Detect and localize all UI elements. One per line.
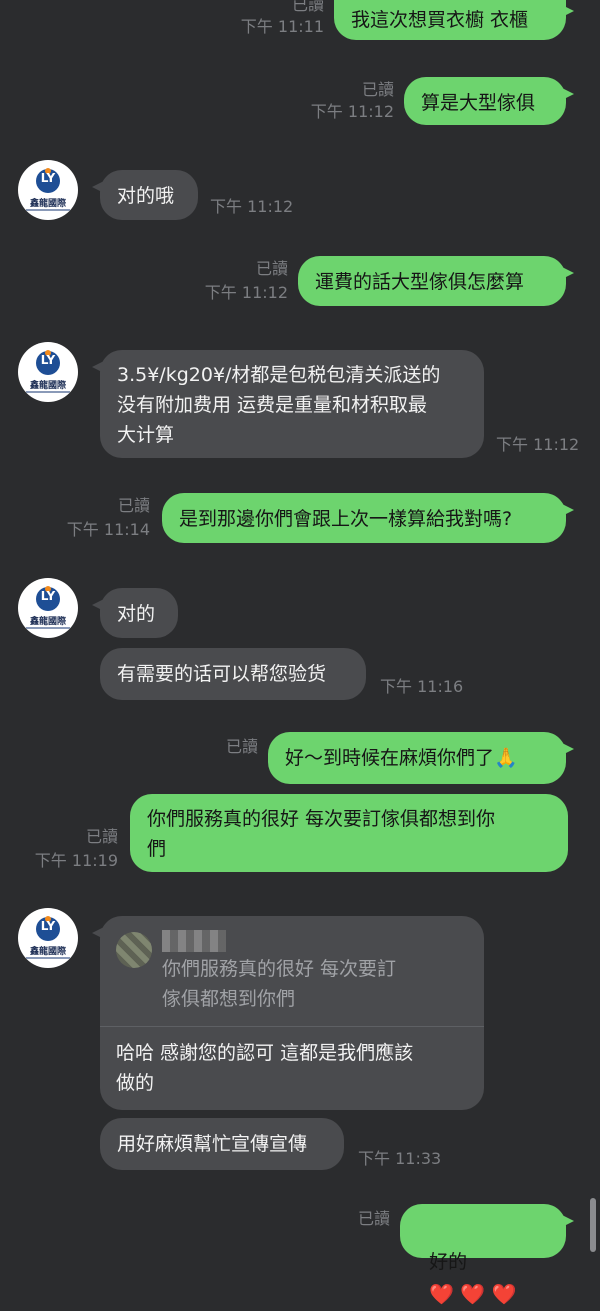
contact-avatar[interactable]: LY 鑫龍國際 [18, 342, 78, 402]
message-time: 下午 11:12 [310, 102, 394, 121]
message-time: 下午 11:12 [496, 435, 580, 454]
logo-underline [26, 391, 70, 393]
read-receipt: 已讀 [361, 80, 394, 99]
logo-name: 鑫龍國際 [29, 199, 66, 209]
outgoing-message[interactable]: 是到那邊你們會跟上次一樣算給我對嗎? [162, 493, 574, 543]
message-time: 下午 11:14 [66, 520, 150, 539]
outgoing-message[interactable]: 算是大型傢俱 [404, 77, 574, 125]
incoming-message[interactable]: 用好麻煩幫忙宣傳宣傳 [100, 1118, 344, 1170]
contact-avatar[interactable]: LY 鑫龍國際 [18, 908, 78, 968]
read-receipt: 已讀 [225, 737, 258, 756]
outgoing-message[interactable]: 我這次想買衣櫥 衣櫃 [334, 0, 574, 40]
logo-name: 鑫龍國際 [29, 617, 66, 627]
read-receipt: 已讀 [85, 827, 118, 846]
read-receipt: 已讀 [357, 1209, 390, 1228]
logo-letters: LY [40, 589, 56, 603]
read-receipt: 已讀 [255, 259, 288, 278]
scrollbar[interactable] [590, 1198, 596, 1252]
message-time: 下午 11:12 [210, 197, 294, 216]
quoted-user-avatar [116, 932, 152, 968]
quoted-text[interactable]: 你們服務真的很好 每次要訂 傢俱都想到你們 [162, 954, 462, 1014]
incoming-message[interactable]: 3.5¥/kg20¥/材都是包税包清关派送的 没有附加费用 运费是重量和材积取最… [92, 350, 484, 458]
outgoing-message[interactable]: 好～到時候在麻煩你們了🙏 [268, 732, 574, 784]
logo-underline [26, 627, 70, 629]
logo-underline [26, 957, 70, 959]
message-text: 好的 [429, 1251, 468, 1273]
logo-underline [26, 209, 70, 211]
reply-text: 哈哈 感謝您的認可 這都是我們應該 做的 [116, 1042, 414, 1094]
contact-avatar[interactable]: LY 鑫龍國際 [18, 578, 78, 638]
reply-message[interactable]: 你們服務真的很好 每次要訂 傢俱都想到你們 哈哈 感謝您的認可 這都是我們應該 … [92, 916, 484, 1110]
logo-letters: LY [40, 353, 56, 367]
logo-name: 鑫龍國際 [29, 381, 66, 391]
message-time: 下午 11:16 [380, 677, 464, 696]
incoming-message[interactable]: 对的哦 [92, 170, 198, 220]
outgoing-message[interactable]: 你們服務真的很好 每次要訂傢俱都想到你 們 [130, 794, 568, 872]
message-time: 下午 11:12 [204, 283, 288, 302]
quoted-user-name-blurred [162, 930, 226, 952]
message-time: 下午 11:11 [240, 17, 324, 36]
contact-avatar[interactable]: LY 鑫龍國際 [18, 160, 78, 220]
logo-letters: LY [40, 919, 56, 933]
divider [100, 1026, 484, 1027]
message-time: 下午 11:33 [358, 1149, 442, 1168]
logo-name: 鑫龍國際 [29, 947, 66, 957]
read-receipt: 已讀 [117, 496, 150, 515]
outgoing-message[interactable]: 好的 ❤️ ❤️ ❤️ [400, 1204, 574, 1306]
outgoing-message[interactable]: 運費的話大型傢俱怎麼算 [298, 256, 574, 306]
read-receipt: 已讀 [291, 0, 324, 14]
incoming-message[interactable]: 有需要的话可以帮您验货 [100, 648, 366, 700]
message-time: 下午 11:19 [34, 851, 118, 870]
logo-letters: LY [40, 171, 56, 185]
incoming-message[interactable]: 对的 [92, 588, 178, 638]
heart-icon: ❤️ ❤️ ❤️ [429, 1282, 517, 1306]
